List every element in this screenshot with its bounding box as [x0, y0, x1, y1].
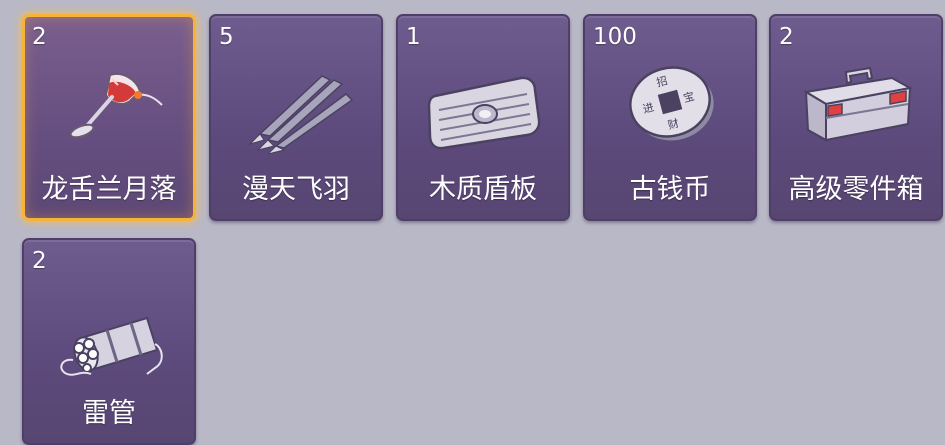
shield-plate-icon: [425, 54, 545, 154]
item-name: 古钱币: [629, 174, 711, 205]
inventory-slot-6[interactable]: 2 雷管: [22, 238, 196, 445]
item-name: 漫天飞羽: [242, 174, 350, 205]
item-name: 高级零件箱: [788, 174, 924, 205]
item-count: 2: [779, 24, 794, 50]
inventory-grid: 2 龙舌兰月落 5 漫天飞羽 1 木质盾板 100 招 宝 财 进 古钱币 2 …: [0, 0, 945, 445]
inventory-slot-4[interactable]: 100 招 宝 财 进 古钱币: [583, 14, 757, 221]
item-name: 木质盾板: [429, 174, 537, 205]
inventory-slot-1[interactable]: 2 龙舌兰月落: [22, 14, 196, 221]
item-name: 雷管: [82, 398, 136, 429]
ancient-coin-icon: 招 宝 财 进: [612, 54, 732, 154]
item-count: 5: [219, 24, 234, 50]
inventory-slot-3[interactable]: 1 木质盾板: [396, 14, 570, 221]
cocktail-glass-icon: [52, 55, 172, 155]
inventory-slot-2[interactable]: 5 漫天飞羽: [209, 14, 383, 221]
item-count: 2: [32, 248, 47, 274]
detonator-bundle-icon: [51, 278, 171, 378]
inventory-slot-5[interactable]: 2 高级零件箱: [769, 14, 943, 221]
toolbox-icon: [798, 54, 918, 154]
item-count: 100: [593, 24, 637, 50]
item-count: 2: [32, 24, 47, 50]
item-name: 龙舌兰月落: [41, 174, 177, 205]
item-count: 1: [406, 24, 421, 50]
feather-darts-icon: [238, 54, 358, 154]
